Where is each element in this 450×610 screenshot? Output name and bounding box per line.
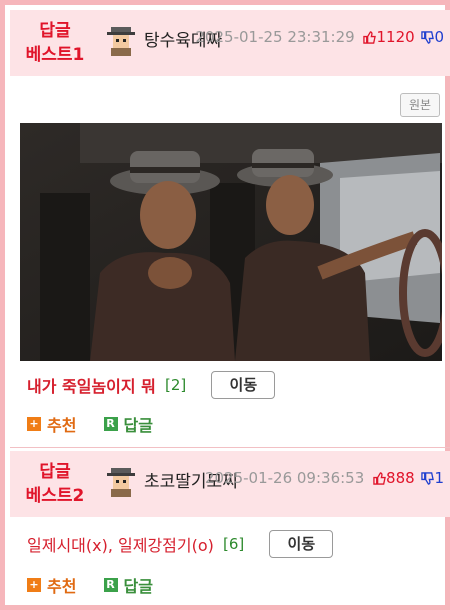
avatar[interactable] — [105, 465, 137, 497]
recommend-button[interactable]: + 추천 — [27, 412, 76, 436]
comment-count: [6] — [222, 535, 245, 553]
post-divider — [10, 447, 450, 448]
post-list: 답글 베스트1 탕수육대짜 2025-01-25 23:31:29 1120 0 — [0, 0, 450, 610]
upvote-count: 1120 — [376, 28, 415, 46]
thumbs-down-icon — [421, 31, 435, 44]
reply-button[interactable]: R 답글 — [103, 573, 153, 597]
recommend-label: 추천 — [47, 416, 77, 435]
rank-number: 베스트2 — [25, 486, 85, 506]
plus-icon: + — [27, 578, 41, 592]
rank-label: 답글 — [39, 21, 71, 41]
move-button[interactable]: 이동 — [211, 371, 276, 399]
post-title[interactable]: 일제시대(x), 일제강점기(o) — [27, 536, 214, 555]
post-actions: + 추천 R 답글 — [27, 412, 175, 436]
post-title-row: 일제시대(x), 일제강점기(o) [6] 이동 — [27, 530, 427, 560]
reply-button[interactable]: R 답글 — [103, 412, 153, 436]
post-header: 답글 베스트2 초코딸기모찌 2025-01-26 09:36:53 888 1 — [10, 451, 450, 517]
comment-count: [2] — [165, 376, 187, 394]
thumbs-up-icon — [363, 31, 377, 44]
r-reply-icon: R — [103, 578, 118, 592]
r-reply-icon: R — [103, 417, 118, 431]
avatar[interactable] — [105, 24, 137, 56]
best-rank-badge: 답글 베스트2 — [10, 451, 100, 517]
move-button[interactable]: 이동 — [269, 530, 334, 558]
post-meta: 2025-01-25 23:31:29 1120 0 — [195, 28, 444, 46]
best-rank-badge: 답글 베스트1 — [10, 10, 100, 76]
reply-label: 답글 — [123, 416, 153, 435]
rank-label: 답글 — [39, 462, 71, 482]
post-header: 답글 베스트1 탕수육대짜 2025-01-25 23:31:29 1120 0 — [10, 10, 450, 76]
recommend-button[interactable]: + 추천 — [27, 573, 76, 597]
upvote-count-wrap[interactable]: 1120 — [363, 28, 419, 46]
recommend-label: 추천 — [47, 577, 77, 596]
thumbs-down-icon — [421, 472, 435, 485]
post-date: 2025-01-25 23:31:29 — [195, 28, 355, 46]
downvote-count-wrap[interactable]: 0 — [421, 28, 444, 46]
reply-label: 답글 — [123, 577, 153, 596]
post-title[interactable]: 내가 죽일놈이지 뭐 — [27, 377, 156, 396]
downvote-count-wrap[interactable]: 1 — [421, 469, 444, 487]
rank-number: 베스트1 — [25, 45, 85, 65]
upvote-count-wrap[interactable]: 888 — [373, 469, 419, 487]
post-date: 2025-01-26 09:36:53 — [204, 469, 365, 487]
downvote-count: 0 — [434, 28, 444, 46]
plus-icon: + — [27, 417, 41, 431]
post-image — [20, 123, 442, 361]
upvote-count: 888 — [386, 469, 415, 487]
downvote-count: 1 — [434, 469, 444, 487]
post-meta: 2025-01-26 09:36:53 888 1 — [205, 469, 444, 487]
post-title-row: 내가 죽일놈이지 뭐 [2] 이동 — [27, 371, 427, 401]
original-image-button[interactable]: 원본 — [400, 93, 440, 117]
post-actions: + 추천 R 답글 — [27, 573, 175, 597]
thumbs-up-icon — [373, 472, 386, 485]
